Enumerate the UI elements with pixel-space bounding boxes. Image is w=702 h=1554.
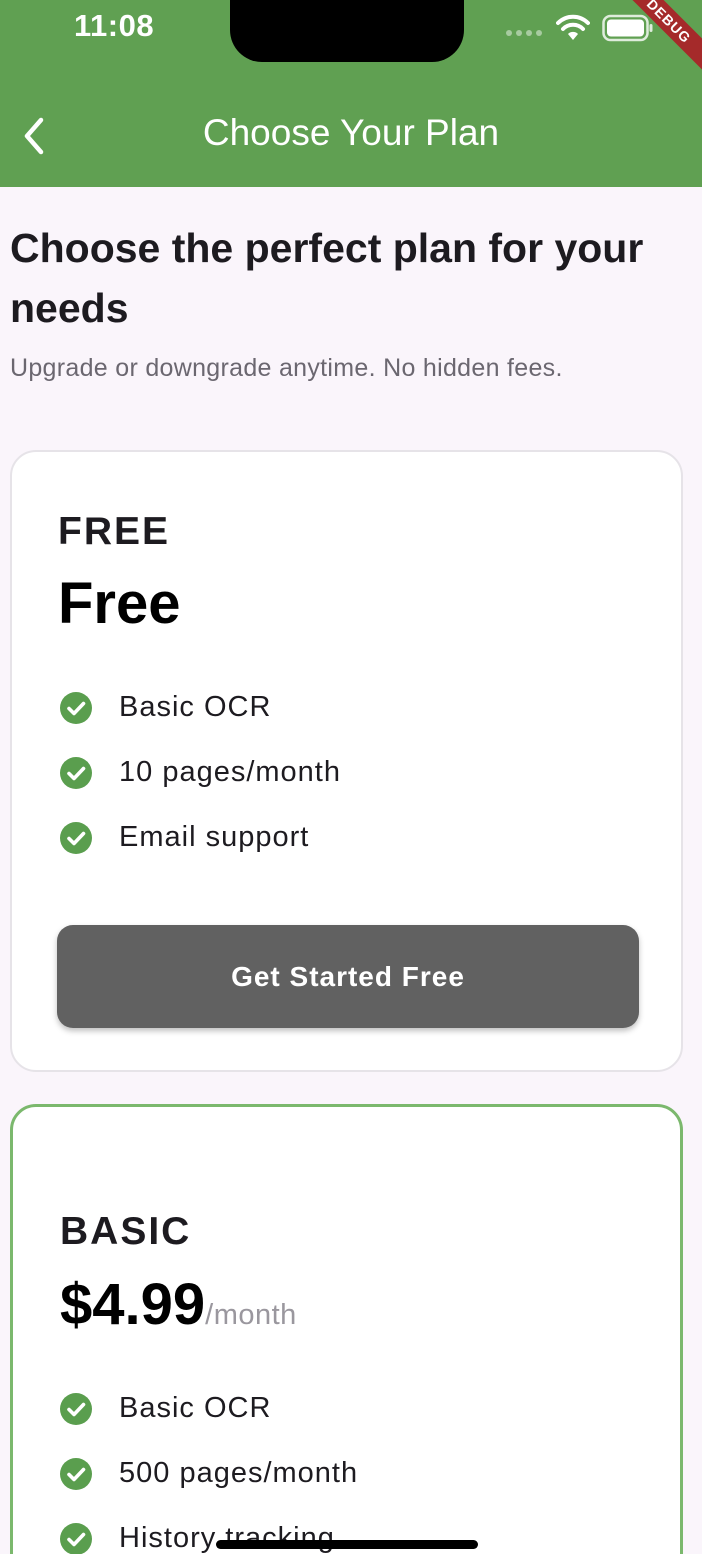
plan-label: BASIC: [60, 1210, 192, 1253]
feature-text: 10 pages/month: [119, 756, 341, 788]
plan-price: Free: [58, 571, 181, 636]
feature-text: Basic OCR: [119, 1392, 272, 1424]
feature-item: 10 pages/month: [60, 756, 341, 789]
app-bar: 11:08 DEBUG Choose Your Plan: [0, 0, 702, 187]
get-started-free-button[interactable]: Get Started Free: [57, 925, 639, 1028]
signal-icon: [506, 30, 542, 36]
price-amount: $4.99: [60, 1272, 206, 1337]
home-indicator[interactable]: [216, 1540, 478, 1549]
section-subtitle: Upgrade or downgrade anytime. No hidden …: [10, 354, 563, 382]
check-circle-icon: [60, 756, 92, 789]
feature-item: Email support: [60, 821, 309, 854]
plan-label: FREE: [58, 510, 171, 553]
check-circle-icon: [60, 1392, 92, 1425]
feature-item: Basic OCR: [60, 1392, 271, 1425]
battery-icon: [602, 14, 653, 42]
plan-card-free: FREE Free Basic OCR 10 pages/month Email…: [10, 450, 683, 1072]
check-circle-icon: [60, 821, 92, 854]
check-circle-icon: [60, 691, 92, 724]
plan-price: $4.99/month: [60, 1271, 297, 1338]
price-unit: /month: [205, 1299, 297, 1331]
plan-card-basic: BASIC $4.99/month Basic OCR 500 pages/mo…: [10, 1104, 683, 1554]
dynamic-island: [230, 0, 464, 62]
feature-text: History tracking: [119, 1522, 335, 1554]
feature-text: Basic OCR: [119, 691, 272, 723]
wifi-icon: [556, 14, 590, 40]
section-heading: Choose the perfect plan for your needs: [10, 225, 644, 331]
feature-item: Basic OCR: [60, 691, 271, 724]
feature-item: 500 pages/month: [60, 1457, 358, 1490]
page-title: Choose Your Plan: [202, 112, 500, 153]
check-circle-icon: [60, 1457, 92, 1490]
feature-item: History tracking: [60, 1522, 335, 1554]
feature-text: Email support: [119, 821, 310, 853]
feature-text: 500 pages/month: [119, 1457, 359, 1489]
check-circle-icon: [60, 1522, 92, 1554]
status-time: 11:08: [74, 8, 155, 43]
